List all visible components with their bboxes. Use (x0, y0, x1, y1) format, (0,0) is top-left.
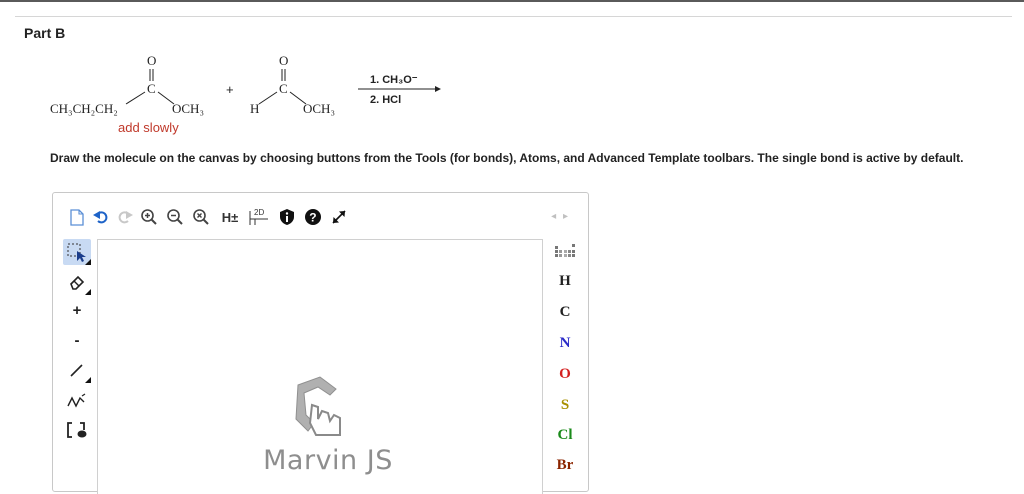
marvin-watermark: Marvin JS (248, 375, 408, 476)
drawing-canvas[interactable]: Marvin JS (97, 239, 543, 494)
reactant2-carbonyl-carbon: C (279, 81, 288, 96)
help-icon[interactable]: ? (303, 207, 323, 227)
zoom-in-icon[interactable] (139, 207, 159, 227)
selection-tool[interactable] (63, 239, 91, 265)
bracket-icon (67, 422, 87, 438)
condition-step-2: 2. HCl (370, 94, 401, 106)
fullscreen-icon[interactable] (329, 207, 349, 227)
reactant1-carbonyl-carbon: C (147, 81, 156, 96)
atom-button-Br[interactable]: Br (550, 453, 580, 477)
single-bond-tool[interactable] (63, 357, 91, 383)
selection-submenu-marker (85, 259, 91, 265)
reactant1-ester-group: OCH₃ (172, 101, 204, 116)
zoom-reset-icon[interactable] (191, 207, 211, 227)
eraser-tool[interactable] (63, 269, 91, 295)
chain-icon (67, 393, 86, 408)
reactant1-alkyl-chain: CH₃CH₂CH₂ (50, 101, 118, 116)
clean-2d-label: 2D (254, 208, 264, 217)
new-document-icon[interactable] (67, 207, 87, 227)
zoom-out-icon[interactable] (165, 207, 185, 227)
part-title: Part B (24, 25, 66, 41)
add-hydrogens-button[interactable]: H± (217, 207, 243, 227)
eraser-icon (70, 275, 85, 290)
periodic-table-icon (555, 244, 575, 257)
atom-button-S[interactable]: S (550, 393, 580, 417)
reactant-1: O C CH₃CH₂CH₂ OCH₃ (50, 53, 204, 116)
marvin-logo-icon (295, 376, 341, 436)
svg-text:?: ? (309, 211, 316, 225)
top-toolbar: H± 2D ? ◂ ▸ (53, 193, 588, 239)
info-icon[interactable] (277, 207, 297, 227)
top-border (0, 0, 1024, 2)
decrease-charge-button[interactable]: - (63, 327, 91, 353)
atom-button-N[interactable]: N (550, 331, 580, 355)
reactant2-ester-group: OCH₃ (303, 101, 335, 116)
toolbar-scroll-arrows[interactable]: ◂ ▸ (551, 211, 570, 222)
divider (15, 16, 1012, 17)
chain-tool[interactable] (63, 387, 91, 413)
periodic-table-button[interactable] (550, 239, 580, 263)
atom-button-H[interactable]: H (550, 269, 580, 293)
add-slowly-note: add slowly (118, 120, 179, 135)
marvin-watermark-text: Marvin JS (263, 445, 393, 476)
bond-submenu-marker (85, 377, 91, 383)
reactant-2: O C H OCH₃ (250, 53, 335, 116)
marvin-editor: H± 2D ? ◂ ▸ + - Marvin JS H C N O S Cl B… (52, 192, 589, 494)
atom-button-Cl[interactable]: Cl (550, 423, 580, 447)
eraser-submenu-marker (85, 289, 91, 295)
single-bond-icon (70, 364, 83, 377)
atom-button-O[interactable]: O (550, 362, 580, 386)
plus-sign: + (226, 82, 234, 97)
condition-step-1: 1. CH₃O⁻ (370, 74, 418, 86)
instructions-text: Draw the molecule on the canvas by choos… (50, 151, 964, 165)
redo-icon[interactable] (115, 207, 135, 227)
bracket-tool[interactable] (63, 417, 91, 443)
atom-button-C[interactable]: C (550, 300, 580, 324)
increase-charge-button[interactable]: + (63, 297, 91, 323)
reaction-scheme: O C CH₃CH₂CH₂ OCH₃ + O C H OCH₃ add slow… (40, 48, 510, 148)
reactant2-carbonyl-oxygen: O (279, 53, 288, 68)
reactant2-hydrogen: H (250, 101, 259, 116)
clean-2d-button[interactable]: 2D (247, 207, 273, 227)
undo-icon[interactable] (91, 207, 111, 227)
atoms-toolbar: H C N O S Cl Br (542, 239, 588, 493)
left-toolbar: + - (53, 239, 97, 493)
reactant1-carbonyl-oxygen: O (147, 53, 156, 68)
